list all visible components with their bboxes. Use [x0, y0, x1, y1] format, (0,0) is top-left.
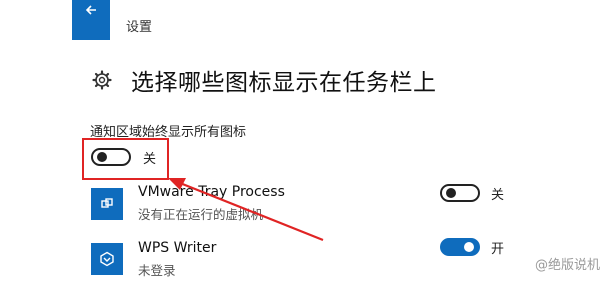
annotation-arrow: [168, 178, 324, 242]
watermark: @绝版说机: [534, 258, 600, 273]
